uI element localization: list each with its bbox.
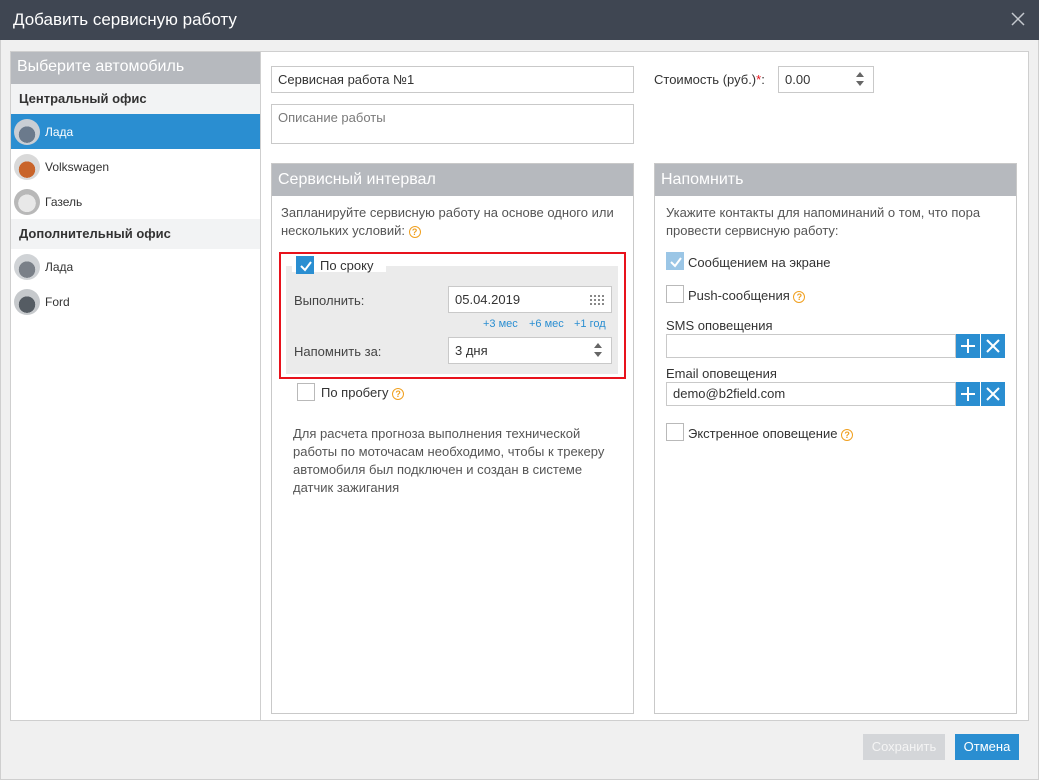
car-panel-header: Выберите автомобиль	[11, 52, 260, 84]
car-avatar-icon	[14, 118, 40, 145]
help-icon[interactable]: ?	[841, 428, 854, 441]
car-item-gazel[interactable]: Газель	[11, 184, 260, 219]
execute-date-value: 05.04.2019	[455, 292, 521, 307]
by-mileage-row: По пробегу ?	[321, 385, 405, 400]
car-label: Газель	[45, 194, 83, 209]
emergency-row: Экстренное оповещение ?	[688, 426, 854, 441]
push-row: Push-сообщения ?	[688, 288, 806, 303]
close-icon[interactable]	[1009, 10, 1027, 28]
checkmark-icon	[300, 261, 312, 272]
cost-colon: :	[761, 72, 765, 87]
interval-note: Для расчета прогноза выполнения техничес…	[293, 426, 605, 495]
car-avatar-icon	[14, 153, 40, 180]
cost-label-wrap: Стоимость (руб.)*:	[654, 72, 765, 87]
by-mileage-checkbox[interactable]	[297, 383, 315, 401]
car-avatar-icon	[14, 253, 40, 280]
help-icon[interactable]: ?	[392, 387, 405, 400]
car-label: Ford	[45, 294, 70, 309]
car-label: Лада	[45, 259, 74, 274]
sms-input[interactable]	[666, 334, 956, 358]
remind-before-value: 3 дня	[455, 343, 488, 358]
quick-link-1-year[interactable]: +1 год	[574, 318, 606, 330]
quick-link-6-months[interactable]: +6 мес	[529, 318, 564, 330]
car-avatar-icon	[14, 288, 40, 315]
by-mileage-label: По пробегу	[321, 385, 389, 400]
sms-label: SMS оповещения	[666, 318, 773, 333]
calendar-icon[interactable]	[590, 293, 606, 305]
cost-label: Стоимость (руб.)	[654, 72, 757, 87]
car-group-central: Центральный офис	[11, 84, 260, 114]
by-term-checkbox[interactable]	[296, 256, 314, 274]
cancel-button[interactable]: Отмена	[955, 734, 1019, 760]
interval-intro-text: Запланируйте сервисную работу на основе …	[281, 205, 614, 238]
car-group-additional: Дополнительный офис	[11, 219, 260, 249]
stepper-up-icon[interactable]	[856, 72, 864, 77]
dialog-title: Добавить сервисную работу	[13, 10, 237, 29]
push-checkbox[interactable]	[666, 285, 684, 303]
work-name-input[interactable]: Сервисная работа №1	[271, 66, 634, 93]
emergency-label: Экстренное оповещение	[688, 426, 838, 441]
help-icon[interactable]: ?	[793, 290, 806, 303]
remind-intro: Укажите контакты для напоминаний о том, …	[666, 205, 981, 238]
email-remove-button[interactable]	[981, 382, 1005, 406]
stepper-down-icon[interactable]	[594, 352, 602, 357]
car-select-panel: Выберите автомобиль Центральный офис Лад…	[10, 51, 261, 721]
emergency-checkbox[interactable]	[666, 423, 684, 441]
close-icon	[986, 387, 1000, 401]
email-input[interactable]: demo@b2field.com	[666, 382, 956, 406]
plus-icon	[961, 387, 975, 401]
cost-value: 0.00	[785, 72, 811, 87]
car-item-volkswagen[interactable]: Volkswagen	[11, 149, 260, 184]
dialog-titlebar: Добавить сервисную работу	[0, 0, 1039, 40]
stepper-up-icon[interactable]	[594, 343, 602, 348]
quick-link-3-months[interactable]: +3 мес	[483, 318, 518, 330]
by-term-label: По сроку	[320, 258, 374, 273]
screen-message-checkbox[interactable]	[666, 252, 684, 270]
sms-remove-button[interactable]	[981, 334, 1005, 358]
execute-label: Выполнить:	[294, 293, 365, 308]
car-avatar-icon	[14, 188, 40, 215]
help-icon[interactable]: ?	[408, 225, 421, 238]
stepper-down-icon[interactable]	[856, 81, 864, 86]
cost-stepper[interactable]	[856, 72, 866, 86]
car-item-lada-2[interactable]: Лада	[11, 249, 260, 284]
email-value: demo@b2field.com	[673, 386, 786, 401]
car-label: Volkswagen	[45, 159, 110, 174]
remind-header: Напомнить	[655, 164, 1016, 196]
work-description-input[interactable]: Описание работы	[271, 104, 634, 144]
email-label: Email оповещения	[666, 366, 777, 381]
execute-date-input[interactable]: 05.04.2019	[448, 286, 612, 313]
screen-message-label: Сообщением на экране	[688, 255, 831, 270]
checkmark-icon	[670, 257, 682, 268]
push-label: Push-сообщения	[688, 288, 790, 303]
interval-intro: Запланируйте сервисную работу на основе …	[281, 204, 621, 240]
save-button[interactable]: Сохранить	[863, 734, 945, 760]
remind-before-stepper[interactable]	[594, 343, 604, 357]
car-item-lada[interactable]: Лада	[11, 114, 260, 149]
plus-icon	[961, 339, 975, 353]
remind-before-label: Напомнить за:	[294, 344, 382, 359]
car-item-ford[interactable]: Ford	[11, 284, 260, 319]
close-icon	[986, 339, 1000, 353]
remind-before-input[interactable]: 3 дня	[448, 337, 612, 364]
sms-add-button[interactable]	[956, 334, 980, 358]
service-interval-header: Сервисный интервал	[272, 164, 633, 196]
car-label: Лада	[45, 124, 74, 139]
email-add-button[interactable]	[956, 382, 980, 406]
